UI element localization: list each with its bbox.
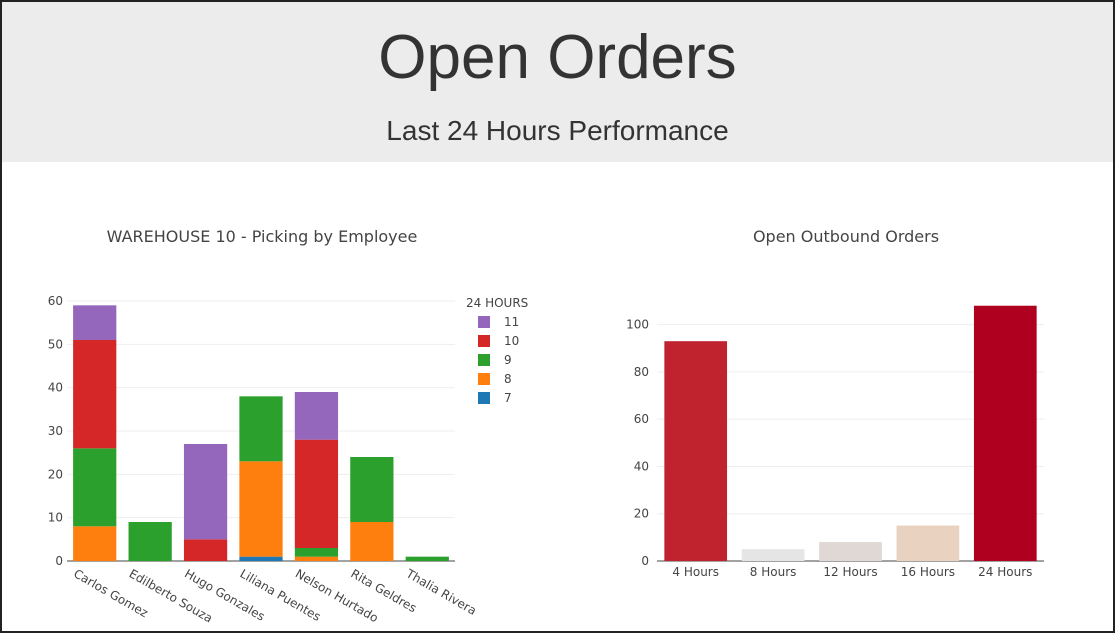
bar-nelson-hurtado-8[interactable] [294, 556, 339, 561]
y-tick-label: 40 [48, 381, 63, 395]
bar-thalia-rivera-9[interactable] [405, 556, 449, 561]
legend-label[interactable]: 11 [504, 315, 519, 329]
legend-swatch-11[interactable] [478, 316, 490, 328]
picking-by-employee-chart: WAREHOUSE 10 - Picking by Employee 0 10 20… [48, 227, 529, 625]
bar-nelson-hurtado-9[interactable] [294, 548, 339, 557]
y-tick-label: 10 [48, 511, 63, 525]
bar-nelson-hurtado-10[interactable] [294, 439, 339, 548]
bar-rita-geldres-9[interactable] [350, 457, 394, 522]
bar-edilberto-souza-9[interactable] [128, 522, 172, 561]
x-tick-label: 4 Hours [672, 565, 719, 579]
legend-label[interactable]: 7 [504, 391, 512, 405]
legend-swatch-9[interactable] [478, 354, 490, 366]
bar-rita-geldres-8[interactable] [350, 522, 394, 561]
legend-label[interactable]: 8 [504, 372, 512, 386]
bar-4-hours[interactable] [664, 341, 728, 561]
y-tick-label: 60 [634, 412, 649, 426]
legend-swatch-10[interactable] [478, 335, 490, 347]
y-tick-label: 0 [55, 554, 63, 568]
bar-carlos-gomez-11[interactable] [73, 305, 117, 340]
y-tick-label: 30 [48, 424, 63, 438]
y-tick-label: 60 [48, 294, 63, 308]
y-tick-label: 40 [634, 459, 649, 473]
open-outbound-orders-chart: Open Outbound Orders 0 20 40 60 80 100 4 Hour… [626, 227, 1044, 579]
legend-swatch-8[interactable] [478, 373, 490, 385]
bar-liliana-puentes-9[interactable] [239, 396, 283, 462]
x-tick-label: 12 Hours [823, 565, 877, 579]
bar-carlos-gomez-9[interactable] [73, 448, 117, 527]
legend-label[interactable]: 9 [504, 353, 512, 367]
y-tick-label: 20 [634, 507, 649, 521]
page-subtitle: Last 24 Hours Performance [386, 115, 729, 146]
bar-hugo-gonzales-11[interactable] [183, 444, 228, 540]
chart-title: Open Outbound Orders [753, 227, 939, 246]
bar-nelson-hurtado-11[interactable] [294, 392, 339, 440]
chart-title: WAREHOUSE 10 - Picking by Employee [107, 227, 418, 246]
legend-label[interactable]: 10 [504, 334, 519, 348]
bar-carlos-gomez-8[interactable] [73, 526, 117, 561]
bar-liliana-puentes-7[interactable] [239, 556, 283, 561]
y-tick-label: 0 [641, 554, 649, 568]
page-header: Open Orders Last 24 Hours Performance [2, 2, 1113, 162]
bar-liliana-puentes-8[interactable] [239, 461, 283, 557]
x-tick-label: 16 Hours [901, 565, 955, 579]
y-tick-label: 20 [48, 467, 63, 481]
chart-legend: 24 HOURS 11 10 9 8 7 [466, 296, 528, 405]
y-tick-label: 50 [48, 337, 63, 351]
legend-swatch-7[interactable] [478, 392, 490, 404]
legend-title: 24 HOURS [466, 296, 528, 310]
bar-hugo-gonzales-10[interactable] [183, 539, 228, 561]
bar-8-hours[interactable] [741, 549, 805, 561]
bar-24-hours[interactable] [973, 305, 1037, 561]
x-tick-label: 24 Hours [978, 565, 1032, 579]
y-tick-label: 100 [626, 318, 649, 332]
bar-12-hours[interactable] [819, 542, 882, 561]
bar-16-hours[interactable] [896, 525, 960, 561]
bar-carlos-gomez-10[interactable] [73, 340, 117, 449]
page-title: Open Orders [378, 23, 737, 92]
y-tick-label: 80 [634, 365, 649, 379]
x-tick-label: 8 Hours [750, 565, 797, 579]
